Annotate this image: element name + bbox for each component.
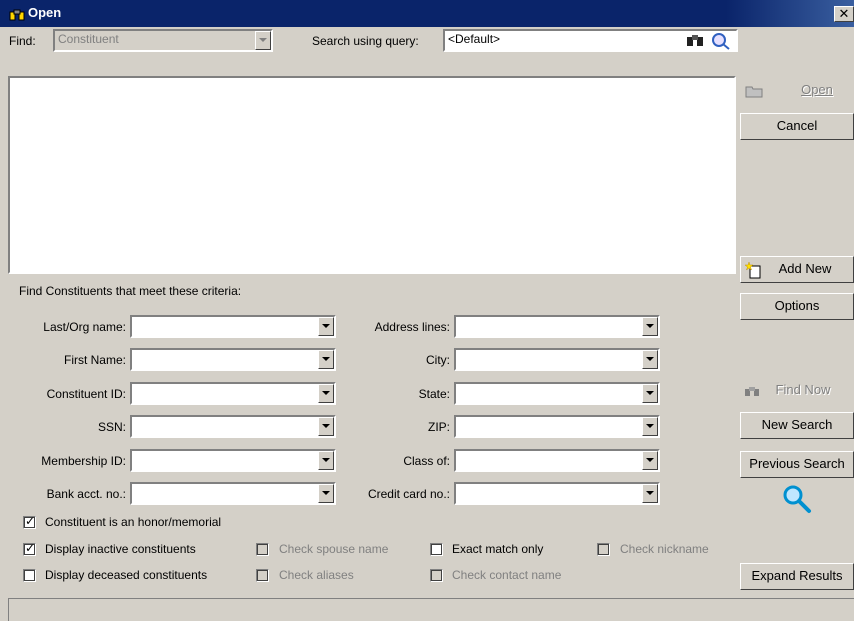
previous-search-button[interactable]: Previous Search xyxy=(740,451,854,478)
close-button[interactable]: ✕ xyxy=(834,6,854,22)
query-label: Search using query: xyxy=(312,34,419,48)
nickname-checkbox[interactable] xyxy=(597,543,610,556)
new-search-button[interactable]: New Search xyxy=(740,412,854,439)
spouse-name-checkbox[interactable] xyxy=(256,543,269,556)
inactive-checkbox[interactable]: ✓ xyxy=(23,541,36,556)
inactive-label: Display inactive constituents xyxy=(45,542,196,556)
find-now-button-label: Find Now xyxy=(775,382,831,397)
constituent-id-label: Constituent ID: xyxy=(46,387,126,401)
honor-memorial-label: Constituent is an honor/memorial xyxy=(45,515,222,529)
chevron-down-icon[interactable] xyxy=(318,417,334,436)
chevron-down-icon[interactable] xyxy=(255,31,271,50)
exact-match-label: Exact match only xyxy=(452,542,544,556)
address-lines-label: Address lines: xyxy=(374,320,450,334)
membership-id-field[interactable] xyxy=(130,449,336,472)
find-now-button[interactable]: Find Now xyxy=(740,377,854,404)
class-of-label: Class of: xyxy=(403,454,450,468)
folder-icon xyxy=(745,86,763,98)
city-label: City: xyxy=(426,353,450,367)
open-button-label: Open xyxy=(801,82,833,97)
constituent-id-field[interactable] xyxy=(130,382,336,405)
chevron-down-icon[interactable] xyxy=(642,317,658,336)
city-field[interactable] xyxy=(454,348,660,371)
chevron-down-icon[interactable] xyxy=(318,384,334,403)
expand-results-button[interactable]: Expand Results xyxy=(740,563,854,590)
nickname-label: Check nickname xyxy=(620,542,709,556)
zip-label: ZIP: xyxy=(427,420,450,434)
add-new-button-label: Add New xyxy=(778,261,832,276)
state-field[interactable] xyxy=(454,382,660,405)
new-search-button-label: New Search xyxy=(761,417,833,432)
binoculars-icon[interactable] xyxy=(686,33,704,47)
chevron-down-icon[interactable] xyxy=(318,451,334,470)
binoculars-icon xyxy=(745,387,759,396)
bank-acct-label: Bank acct. no.: xyxy=(46,487,126,501)
credit-card-field[interactable] xyxy=(454,482,660,505)
ssn-field[interactable] xyxy=(130,415,336,438)
ssn-label: SSN: xyxy=(97,420,126,434)
close-icon: ✕ xyxy=(838,6,850,21)
cancel-button[interactable]: Cancel xyxy=(740,113,854,140)
address-lines-field[interactable] xyxy=(454,315,660,338)
options-button-label: Options xyxy=(774,298,820,313)
honor-memorial-checkbox[interactable]: ✓ xyxy=(23,514,36,529)
chevron-down-icon[interactable] xyxy=(642,484,658,503)
contact-name-checkbox[interactable] xyxy=(430,569,443,582)
chevron-down-icon[interactable] xyxy=(318,484,334,503)
last-org-name-field[interactable] xyxy=(130,315,336,338)
first-name-label: First Name: xyxy=(63,353,126,367)
query-input-value: <Default> xyxy=(448,32,501,46)
aliases-checkbox[interactable] xyxy=(256,569,269,582)
results-list[interactable] xyxy=(8,76,736,274)
checkmark-icon: ✓ xyxy=(25,514,36,528)
window-title: Open xyxy=(28,5,62,20)
chevron-down-icon[interactable] xyxy=(318,350,334,369)
aliases-label: Check aliases xyxy=(279,568,354,582)
status-bar xyxy=(8,598,854,621)
chevron-down-icon[interactable] xyxy=(642,350,658,369)
deceased-label: Display deceased constituents xyxy=(45,568,208,582)
first-name-field[interactable] xyxy=(130,348,336,371)
binoculars-icon xyxy=(9,9,25,21)
zip-field[interactable] xyxy=(454,415,660,438)
class-of-field[interactable] xyxy=(454,449,660,472)
credit-card-label: Credit card no.: xyxy=(367,487,450,501)
cancel-button-label: Cancel xyxy=(776,118,818,133)
query-browse-icon[interactable] xyxy=(708,31,732,50)
find-select-value: Constituent xyxy=(58,32,119,46)
chevron-down-icon[interactable] xyxy=(318,317,334,336)
deceased-checkbox[interactable] xyxy=(23,569,36,582)
criteria-heading: Find Constituents that meet these criter… xyxy=(19,284,242,298)
previous-search-button-label: Previous Search xyxy=(749,456,845,471)
contact-name-label: Check contact name xyxy=(452,568,562,582)
find-label: Find: xyxy=(9,34,36,48)
expand-results-button-label: Expand Results xyxy=(751,568,843,583)
bank-acct-field[interactable] xyxy=(130,482,336,505)
last-org-name-label: Last/Org name: xyxy=(43,320,126,334)
chevron-down-icon[interactable] xyxy=(642,451,658,470)
title-bar: Open ✕ xyxy=(0,0,854,27)
state-label: State: xyxy=(418,387,450,401)
open-button[interactable]: Open xyxy=(740,77,854,104)
add-new-button[interactable]: Add New xyxy=(740,256,854,283)
chevron-down-icon[interactable] xyxy=(642,417,658,436)
membership-id-label: Membership ID: xyxy=(41,454,126,468)
magnifier-icon xyxy=(783,485,811,513)
checkmark-icon: ✓ xyxy=(25,541,36,555)
find-select[interactable]: Constituent xyxy=(53,29,273,52)
options-button[interactable]: Options xyxy=(740,293,854,320)
chevron-down-icon[interactable] xyxy=(642,384,658,403)
exact-match-checkbox[interactable] xyxy=(430,543,443,556)
spouse-name-label: Check spouse name xyxy=(279,542,389,556)
new-item-icon xyxy=(745,261,761,279)
